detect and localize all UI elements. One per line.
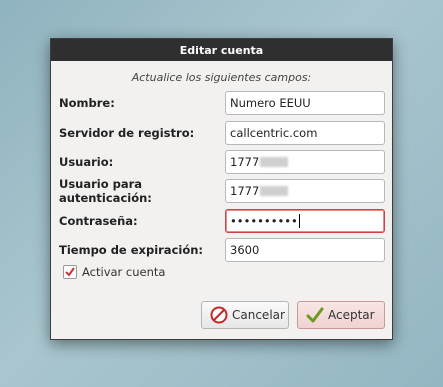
text-caret: [298, 214, 300, 228]
expiracion-value: 3600: [230, 243, 260, 257]
nombre-input[interactable]: Numero EEUU: [225, 91, 385, 115]
edit-account-dialog: Editar cuenta Actualice los siguientes c…: [50, 38, 393, 340]
cancel-button[interactable]: Cancelar: [201, 301, 289, 329]
expiracion-input[interactable]: 3600: [225, 238, 385, 262]
usuario-auth-value: 1777: [230, 184, 260, 198]
activar-cuenta-row[interactable]: Activar cuenta: [63, 265, 165, 279]
servidor-input[interactable]: callcentric.com: [225, 121, 385, 145]
label-nombre: Nombre:: [59, 96, 115, 110]
activar-cuenta-checkbox[interactable]: [63, 265, 77, 279]
redacted-text: [260, 157, 289, 167]
label-contrasena: Contraseña:: [59, 214, 138, 228]
contrasena-input[interactable]: ••••••••••: [225, 209, 385, 233]
check-icon: [306, 306, 324, 324]
usuario-auth-input[interactable]: 1777: [225, 179, 385, 203]
field-row-servidor: Servidor de registro:: [59, 121, 224, 145]
contrasena-value: ••••••••••: [230, 214, 298, 228]
accept-button[interactable]: Aceptar: [297, 301, 385, 329]
dialog-subtitle: Actualice los siguientes campos:: [131, 71, 312, 84]
accept-label: Aceptar: [328, 308, 375, 322]
usuario-input[interactable]: 1777: [225, 150, 385, 174]
cancel-icon: [210, 306, 228, 324]
field-row-nombre: Nombre:: [59, 91, 224, 115]
field-row-expiracion: Tiempo de expiración:: [59, 238, 224, 262]
label-expiracion: Tiempo de expiración:: [59, 243, 204, 257]
redacted-text: [260, 186, 289, 196]
field-row-contrasena: Contraseña:: [59, 209, 224, 233]
activar-cuenta-label: Activar cuenta: [82, 265, 166, 279]
usuario-value: 1777: [230, 155, 260, 169]
field-row-usuario: Usuario:: [59, 150, 224, 174]
field-row-usuario-auth: Usuario para autenticación:: [59, 177, 224, 205]
dialog-title: Editar cuenta: [51, 39, 392, 61]
cancel-label: Cancelar: [232, 308, 285, 322]
label-usuario-auth: Usuario para autenticación:: [59, 177, 152, 205]
servidor-value: callcentric.com: [230, 126, 318, 140]
nombre-value: Numero EEUU: [230, 96, 311, 110]
label-servidor: Servidor de registro:: [59, 126, 195, 140]
label-usuario: Usuario:: [59, 155, 114, 169]
checkmark-icon: [65, 267, 75, 277]
